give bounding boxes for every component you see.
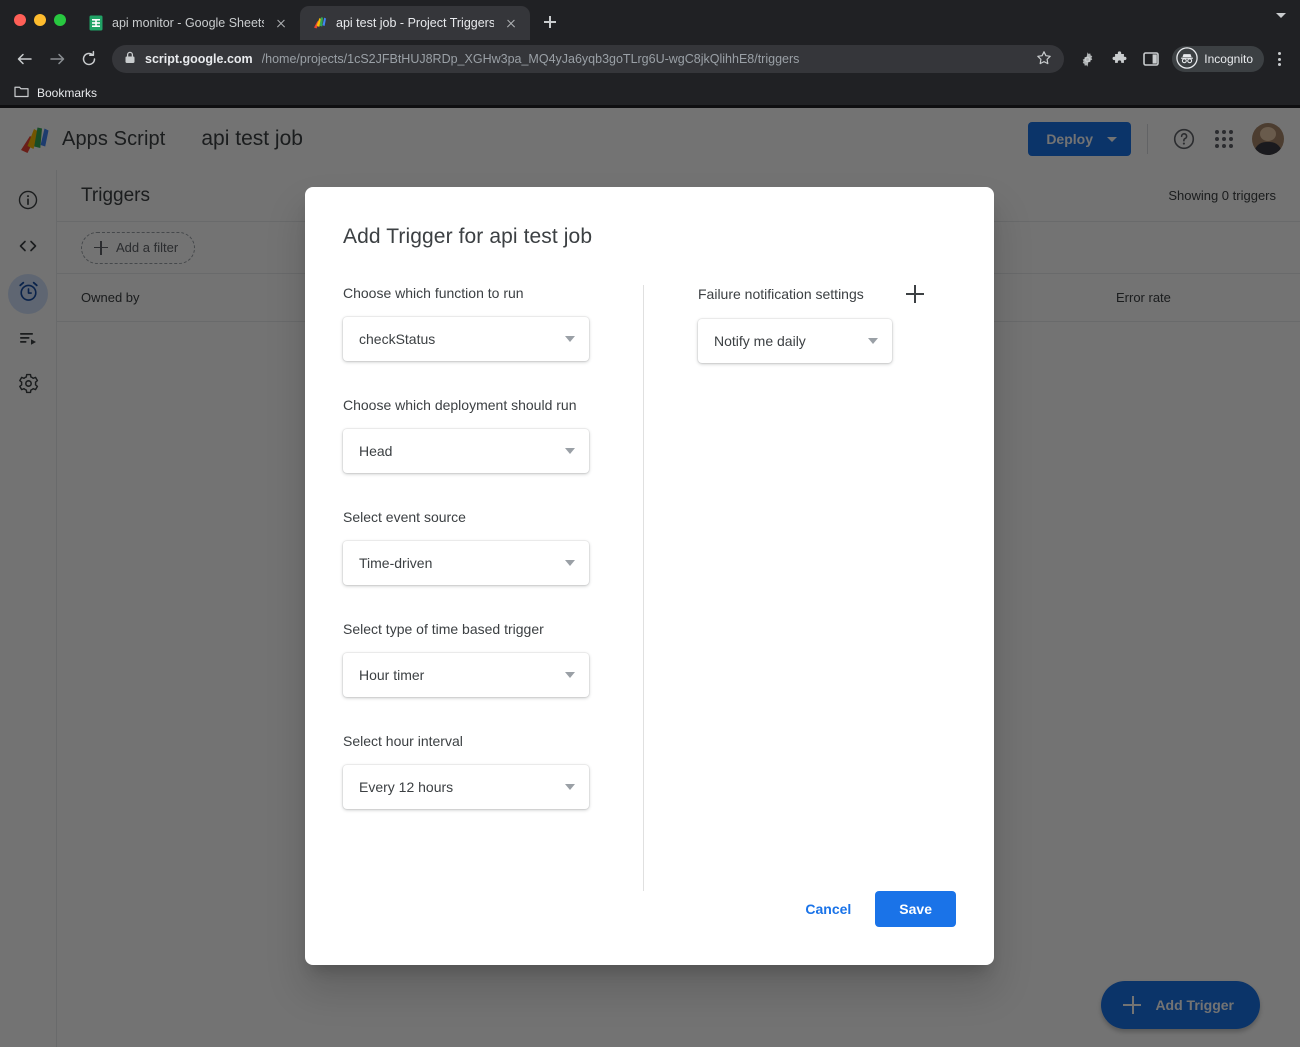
window-controls	[10, 0, 76, 40]
browser-window: api monitor - Google Sheets api test job…	[0, 0, 1300, 1047]
close-tab-button[interactable]	[272, 14, 290, 32]
cancel-button[interactable]: Cancel	[793, 891, 863, 927]
chevron-down-icon	[565, 784, 575, 790]
browser-tab-title: api test job - Project Triggers -	[336, 16, 494, 30]
field-label: Choose which function to run	[343, 285, 524, 301]
time-trigger-type-select[interactable]: Hour timer	[343, 653, 589, 697]
incognito-indicator[interactable]: Incognito	[1172, 46, 1264, 72]
chevron-down-icon[interactable]	[1276, 13, 1286, 18]
bookmarks-bar: Bookmarks	[0, 78, 1300, 108]
field-label: Select event source	[343, 509, 466, 525]
close-window-button[interactable]	[14, 14, 26, 26]
field-label: Choose which deployment should run	[343, 397, 577, 413]
folder-icon	[14, 85, 29, 101]
forward-icon[interactable]	[42, 44, 72, 74]
tab-strip: api monitor - Google Sheets api test job…	[0, 0, 1300, 40]
maximize-window-button[interactable]	[54, 14, 66, 26]
event-source-select[interactable]: Time-driven	[343, 541, 589, 585]
hour-interval-select[interactable]: Every 12 hours	[343, 765, 589, 809]
field-function: Choose which function to run checkStatus	[343, 285, 643, 361]
browser-toolbar: script.google.com /home/projects/1cS2JFB…	[0, 40, 1300, 78]
deployment-select[interactable]: Head	[343, 429, 589, 473]
field-label: Select hour interval	[343, 733, 463, 749]
select-value: Every 12 hours	[359, 779, 454, 795]
extensions-icon[interactable]	[1104, 44, 1134, 74]
field-event-source: Select event source Time-driven	[343, 509, 643, 585]
incognito-label: Incognito	[1204, 52, 1253, 66]
browser-tab-sheets[interactable]: api monitor - Google Sheets	[76, 6, 300, 40]
field-time-trigger-type: Select type of time based trigger Hour t…	[343, 621, 643, 697]
select-value: Time-driven	[359, 555, 433, 571]
select-value: Notify me daily	[714, 333, 806, 349]
new-tab-button[interactable]	[536, 8, 564, 36]
google-sheets-icon	[88, 15, 104, 31]
dialog-title: Add Trigger for api test job	[343, 225, 593, 248]
dialog-body: Choose which function to run checkStatus…	[305, 249, 994, 891]
back-icon[interactable]	[10, 44, 40, 74]
chevron-down-icon	[565, 448, 575, 454]
dialog-footer: Cancel Save	[305, 891, 994, 965]
add-notification-button[interactable]	[905, 285, 924, 303]
select-value: Head	[359, 443, 393, 459]
dialog-left-column: Choose which function to run checkStatus…	[343, 285, 643, 891]
select-value: checkStatus	[359, 331, 436, 347]
browser-chrome: api monitor - Google Sheets api test job…	[0, 0, 1300, 108]
notification-header: Failure notification settings	[698, 285, 956, 303]
chevron-down-icon	[565, 560, 575, 566]
incognito-icon	[1176, 46, 1199, 72]
browser-tab-apps-script[interactable]: api test job - Project Triggers -	[300, 6, 530, 40]
field-hour-interval: Select hour interval Every 12 hours	[343, 733, 643, 809]
select-value: Hour timer	[359, 667, 425, 683]
field-label: Select type of time based trigger	[343, 621, 544, 637]
lock-icon	[124, 51, 136, 67]
side-panel-icon[interactable]	[1136, 44, 1166, 74]
notification-select[interactable]: Notify me daily	[698, 319, 892, 363]
address-bar[interactable]: script.google.com /home/projects/1cS2JFB…	[112, 45, 1065, 73]
reload-icon[interactable]	[74, 44, 104, 74]
browser-tab-title: api monitor - Google Sheets	[112, 16, 264, 30]
chevron-down-icon	[868, 338, 878, 344]
gear-icon[interactable]	[1072, 44, 1102, 74]
bookmarks-label[interactable]: Bookmarks	[37, 86, 97, 100]
save-button[interactable]: Save	[875, 891, 956, 927]
apps-script-icon	[312, 15, 328, 31]
chevron-down-icon	[565, 336, 575, 342]
add-trigger-dialog: Add Trigger for api test job Choose whic…	[305, 187, 994, 965]
kebab-menu-icon[interactable]	[1268, 46, 1290, 72]
field-deployment: Choose which deployment should run Head	[343, 397, 643, 473]
notification-label: Failure notification settings	[698, 286, 864, 302]
function-select[interactable]: checkStatus	[343, 317, 589, 361]
dialog-right-column: Failure notification settings Notify me …	[644, 285, 956, 891]
url-domain: script.google.com	[145, 52, 253, 66]
minimize-window-button[interactable]	[34, 14, 46, 26]
star-icon[interactable]	[1036, 50, 1052, 69]
close-tab-button[interactable]	[502, 14, 520, 32]
chevron-down-icon	[565, 672, 575, 678]
url-path: /home/projects/1cS2JFBtHUJ8RDp_XGHw3pa_M…	[261, 52, 800, 66]
